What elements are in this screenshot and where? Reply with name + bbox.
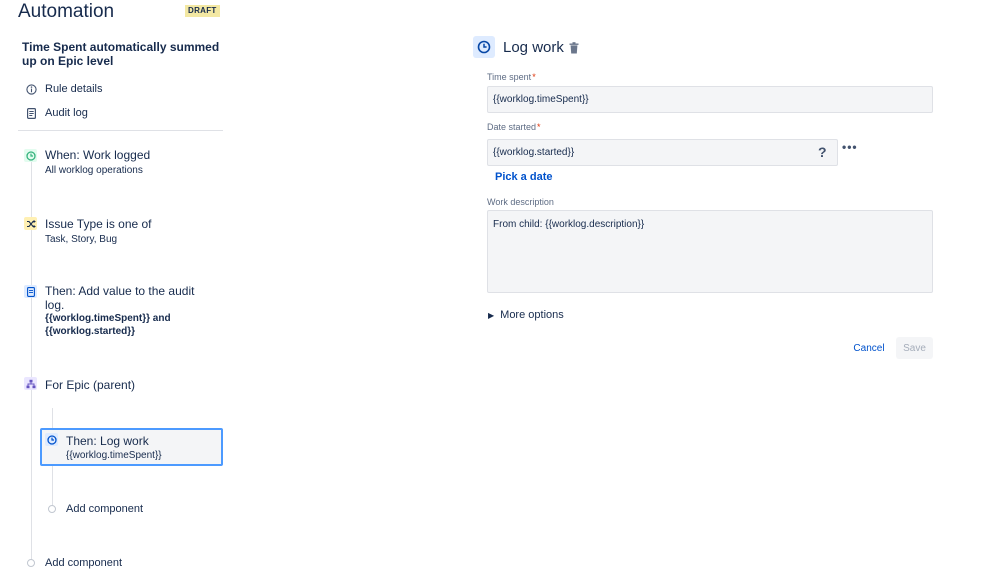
save-button[interactable]: Save	[896, 337, 933, 359]
step-audit-sub-1: {{worklog.timeSpent}} and	[45, 313, 171, 324]
chevron-right-icon: ▶	[488, 310, 495, 320]
rule-details-label: Rule details	[45, 83, 103, 95]
step-condition-title: Issue Type is one of	[45, 217, 152, 231]
step-trigger-title: When: Work logged	[45, 148, 151, 162]
add-component-outer[interactable]: Add component	[45, 557, 122, 569]
rule-details-link[interactable]: Rule details	[25, 81, 102, 97]
document-icon	[25, 107, 37, 119]
work-description-textarea[interactable]: From child: {{worklog.description}}	[487, 210, 933, 293]
time-spent-input[interactable]: {{worklog.timeSpent}}	[487, 86, 933, 113]
cancel-button[interactable]: Cancel	[848, 337, 890, 359]
step-condition[interactable]: Issue Type is one of Task, Story, Bug	[45, 217, 152, 245]
add-component-inner[interactable]: Add component	[66, 503, 143, 515]
step-trigger[interactable]: When: Work logged All worklog operations	[45, 148, 150, 176]
hierarchy-icon	[24, 377, 37, 390]
step-audit[interactable]: Then: Add value to the audit log. {{work…	[45, 284, 194, 338]
step-audit-sub-2: {{worklog.started}}	[45, 326, 136, 337]
clock-icon	[45, 433, 58, 446]
more-icon[interactable]: •••	[842, 140, 858, 154]
rule-title: Time Spent automatically summed up on Ep…	[22, 40, 220, 68]
step-condition-sub: Task, Story, Bug	[45, 234, 118, 245]
step-logwork: Then: Log work {{worklog.timeSpent}}	[66, 434, 162, 461]
status-badge: DRAFT	[185, 5, 220, 17]
step-logwork-sub: {{worklog.timeSpent}}	[66, 450, 162, 461]
document-icon	[24, 285, 37, 298]
step-logwork-title: Then: Log work	[66, 434, 149, 448]
help-icon[interactable]: ?	[818, 144, 827, 160]
more-options-label: More options	[500, 309, 564, 321]
audit-log-label: Audit log	[45, 107, 88, 119]
clock-icon	[473, 36, 495, 58]
date-started-input[interactable]: {{worklog.started}}	[487, 139, 838, 166]
step-trigger-sub: All worklog operations	[45, 165, 143, 176]
form-title: Log work	[503, 39, 564, 56]
time-spent-label: Time spent*	[487, 72, 536, 82]
step-audit-title-2: log.	[45, 298, 65, 312]
info-icon	[25, 83, 37, 95]
work-description-label: Work description	[487, 197, 554, 207]
audit-log-link[interactable]: Audit log	[25, 105, 88, 121]
step-branch[interactable]: For Epic (parent)	[45, 378, 135, 392]
step-audit-title-1: Then: Add value to the audit	[45, 284, 195, 298]
add-dot	[27, 559, 35, 567]
pick-date-link[interactable]: Pick a date	[495, 171, 552, 183]
more-options-toggle[interactable]: ▶ More options	[488, 309, 564, 321]
shuffle-icon	[24, 217, 37, 230]
trash-icon[interactable]	[569, 41, 579, 54]
clock-icon	[24, 149, 37, 162]
date-started-label: Date started*	[487, 122, 541, 132]
add-dot	[48, 505, 56, 513]
page-title: Automation	[18, 1, 115, 22]
divider	[18, 130, 223, 131]
